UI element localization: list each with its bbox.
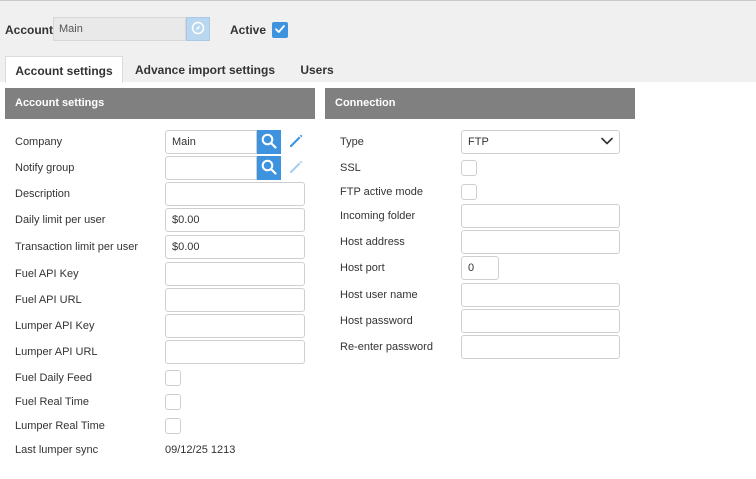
pencil-icon [287,158,305,179]
tab-users[interactable]: Users [290,56,344,83]
type-select-value: FTP [468,136,489,148]
ftp-active-mode-label: FTP active mode [340,186,423,198]
account-input[interactable]: Main [53,17,186,41]
company-edit-button[interactable] [287,133,305,151]
connection-header: Connection [325,88,635,119]
tab-advance-import-settings[interactable]: Advance import settings [130,56,280,83]
fuel-api-url-label: Fuel API URL [15,294,82,306]
transaction-limit-label: Transaction limit per user [15,241,139,253]
tab-account-settings[interactable]: Account settings [5,56,123,83]
host-port-label: Host port [340,262,385,274]
host-user-name-input[interactable] [461,283,620,307]
compass-icon [191,21,205,38]
ftp-active-mode-checkbox[interactable] [461,184,477,200]
lumper-real-time-label: Lumper Real Time [15,420,105,432]
fuel-daily-feed-label: Fuel Daily Feed [15,372,93,384]
fuel-api-key-label: Fuel API Key [15,268,79,280]
fuel-real-time-checkbox[interactable] [165,394,181,410]
active-checkbox[interactable] [272,22,288,38]
check-icon [274,23,286,38]
pencil-icon [287,132,305,153]
notify-group-edit-button[interactable] [287,159,305,177]
description-label: Description [15,188,71,200]
host-password-input[interactable] [461,309,620,333]
incoming-folder-input[interactable] [461,204,620,228]
search-icon [261,133,277,152]
host-port-input[interactable]: 0 [461,256,499,280]
notify-group-search-button[interactable] [257,156,281,180]
host-address-input[interactable] [461,230,620,254]
fuel-daily-feed-checkbox[interactable] [165,370,181,386]
reenter-password-label: Re-enter password [340,341,433,353]
active-label: Active [230,23,267,37]
company-input[interactable]: Main [165,130,257,154]
fuel-api-url-input[interactable] [165,288,305,312]
company-search-button[interactable] [257,130,281,154]
fuel-api-key-input[interactable] [165,262,305,286]
host-user-name-label: Host user name [340,289,418,301]
reenter-password-input[interactable] [461,335,620,359]
notify-group-input[interactable] [165,156,257,180]
top-bar: Account Main Active Account settings Adv… [0,0,756,83]
lumper-api-key-label: Lumper API Key [15,320,95,332]
notify-group-label: Notify group [15,162,75,174]
daily-limit-input[interactable]: $0.00 [165,208,305,232]
host-password-label: Host password [340,315,413,327]
account-label: Account [5,23,53,37]
chevron-down-icon [601,136,613,148]
search-icon [261,159,277,178]
lumper-api-url-label: Lumper API URL [15,346,98,358]
ssl-label: SSL [340,162,361,174]
lumper-real-time-checkbox[interactable] [165,418,181,434]
ssl-checkbox[interactable] [461,160,477,176]
incoming-folder-label: Incoming folder [340,210,416,222]
company-label: Company [15,136,63,148]
host-address-label: Host address [340,236,405,248]
fuel-real-time-label: Fuel Real Time [15,396,89,408]
type-label: Type [340,136,364,148]
account-lookup-button[interactable] [186,17,210,41]
lumper-api-key-input[interactable] [165,314,305,338]
daily-limit-label: Daily limit per user [15,214,106,226]
transaction-limit-input[interactable]: $0.00 [165,235,305,259]
last-lumper-sync-value: 09/12/25 1213 [165,444,236,456]
description-input[interactable] [165,182,305,206]
account-settings-header: Account settings [5,88,315,119]
type-select[interactable]: FTP [461,130,620,154]
last-lumper-sync-label: Last lumper sync [15,444,99,456]
lumper-api-url-input[interactable] [165,340,305,364]
